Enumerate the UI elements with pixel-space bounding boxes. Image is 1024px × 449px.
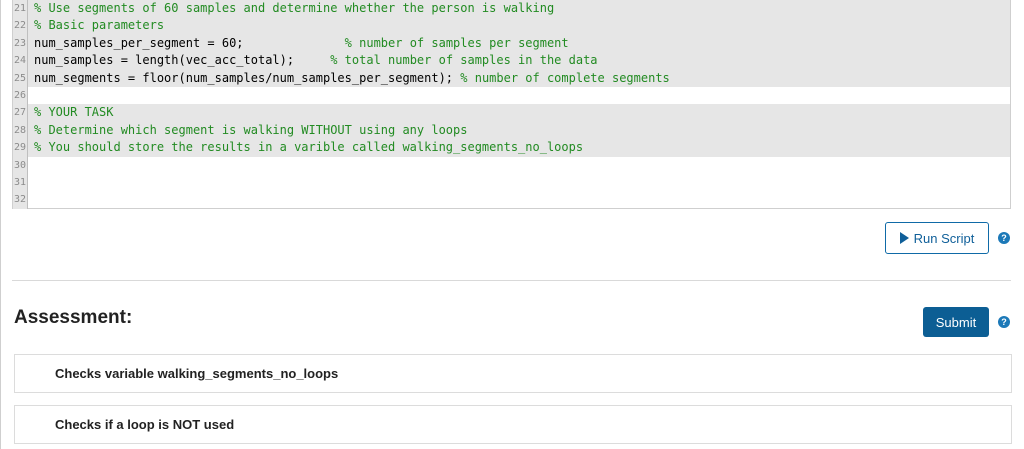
code-text: num_samples = length(vec_acc_total); % t… — [34, 52, 598, 69]
code-statement: num_samples = length(vec_acc_total); — [34, 53, 331, 68]
code-comment: % You should store the results in a vari… — [34, 140, 584, 155]
line-number: 21 — [13, 0, 28, 18]
line-number: 23 — [13, 34, 28, 53]
line-number: 32 — [13, 191, 28, 209]
code-statement: num_segments = floor(num_samples/num_sam… — [34, 70, 461, 85]
code-text: % Use segments of 60 samples and determi… — [34, 0, 554, 17]
code-line[interactable]: 30 — [13, 156, 1010, 174]
play-icon — [899, 232, 909, 244]
code-statement: num_samples_per_segment = 60; — [34, 35, 345, 50]
code-comment: % total number of samples in the data — [330, 53, 598, 68]
line-number: 27 — [13, 104, 28, 122]
code-line[interactable]: 27 % YOUR TASK — [13, 104, 1010, 122]
code-line[interactable]: 21 % Use segments of 60 samples and deter… — [13, 0, 1010, 18]
code-text: num_samples_per_segment = 60; % number o… — [34, 35, 569, 52]
code-line[interactable]: 31 — [13, 173, 1010, 192]
code-text: % You should store the results in a vari… — [34, 139, 583, 156]
code-line[interactable]: 24 num_samples = length(vec_acc_total); %… — [13, 52, 1010, 70]
code-line[interactable]: 28 % Determine which segment is walking W… — [13, 121, 1010, 140]
code-text: % YOUR TASK — [34, 104, 113, 121]
line-number: 30 — [13, 156, 28, 174]
help-icon[interactable]: ? — [998, 232, 1010, 244]
run-script-label: Run Script — [913, 230, 975, 246]
line-number: 26 — [13, 86, 28, 105]
line-number: 31 — [13, 173, 28, 192]
line-number: 25 — [13, 69, 28, 87]
help-icon[interactable]: ? — [998, 316, 1010, 328]
code-line[interactable]: 23 num_samples_per_segment = 60; % number… — [13, 34, 1010, 53]
assessment-check-label: Checks variable walking_segments_no_loop… — [55, 366, 339, 381]
code-editor[interactable]: 21 % Use segments of 60 samples and deter… — [12, 0, 1011, 209]
assessment-check-label: Checks if a loop is NOT used — [55, 417, 235, 432]
line-number: 22 — [13, 17, 28, 35]
code-line[interactable]: 25 num_segments = floor(num_samples/num_s… — [13, 69, 1010, 87]
run-script-button[interactable]: Run Script — [885, 222, 989, 254]
assessment-title: Assessment: — [14, 307, 133, 328]
line-number: 29 — [13, 139, 28, 157]
code-comment: % Determine which segment is walking WIT… — [34, 122, 468, 137]
code-comment: % Use segments of 60 samples and determi… — [34, 1, 555, 15]
code-line[interactable]: 32 — [13, 191, 1010, 209]
code-comment: % number of samples per segment — [344, 35, 569, 50]
code-line[interactable]: 29 % You should store the results in a va… — [13, 139, 1010, 157]
line-number: 28 — [13, 121, 28, 140]
page-left-border — [0, 0, 1, 449]
code-comment: % YOUR TASK — [34, 105, 114, 120]
assessment-check-item[interactable]: Checks variable walking_segments_no_loop… — [14, 354, 1012, 393]
assessment-check-item[interactable]: Checks if a loop is NOT used — [14, 405, 1012, 444]
code-text: num_segments = floor(num_samples/num_sam… — [34, 70, 670, 87]
code-comment: % number of complete segments — [460, 70, 670, 85]
section-divider — [12, 280, 1011, 281]
code-line[interactable]: 26 — [13, 86, 1010, 105]
code-comment: % Basic parameters — [34, 18, 165, 33]
code-text: % Basic parameters — [34, 17, 164, 34]
code-line[interactable]: 22 % Basic parameters — [13, 17, 1010, 35]
code-lines: 21 % Use segments of 60 samples and deter… — [13, 0, 1010, 209]
code-text: % Determine which segment is walking WIT… — [34, 122, 467, 139]
submit-button[interactable]: Submit — [923, 307, 989, 337]
line-number: 24 — [13, 52, 28, 70]
